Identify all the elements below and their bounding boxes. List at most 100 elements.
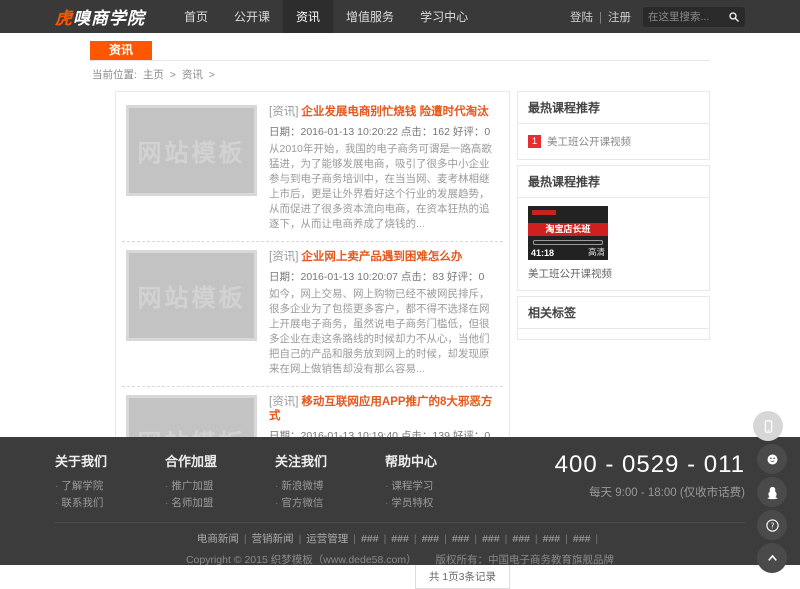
- footer-link-wechat[interactable]: 官方微信: [275, 495, 385, 512]
- article-category: [资讯]: [269, 396, 298, 408]
- article-title-link[interactable]: 移动互联网应用APP推广的8大邪恶方式: [269, 396, 492, 422]
- login-link[interactable]: 登陆: [570, 12, 593, 24]
- hot-courses-box-2: 最热课程推荐 淘宝店长班 41:18 高清 美工班公开课视频: [517, 165, 710, 291]
- article-text: [资讯]企业网上卖产品遇到困难怎么办 日期：2016-01-13 10:20:0…: [269, 250, 499, 377]
- section-tab-bar: 资讯: [90, 41, 710, 61]
- site-logo[interactable]: 虎嗅商学院: [55, 4, 145, 29]
- footer-links-row: 电商新闻营销新闻运营管理########################: [55, 531, 745, 546]
- breadcrumb-label: 当前位置:: [92, 69, 137, 81]
- article-row-2[interactable]: 网站模板 [资讯]企业网上卖产品遇到困难怎么办 日期：2016-01-13 10…: [122, 241, 503, 386]
- article-thumbnail[interactable]: 网站模板: [126, 250, 257, 341]
- mobile-float-button[interactable]: [753, 411, 783, 441]
- side-box-title: 最热课程推荐: [518, 92, 709, 124]
- footer-bottom-link[interactable]: ###: [391, 533, 421, 545]
- article-excerpt: 从2010年开始，我国的电子商务可谓是一路高歌猛进，为了能够发展电商，吸引了很多…: [269, 142, 499, 232]
- video-item[interactable]: 淘宝店长班 41:18 高清 美工班公开课视频: [518, 198, 709, 290]
- article-row-1[interactable]: 网站模板 [资讯]企业发展电商别忙烧钱 险遭时代淘汰 日期：2016-01-13…: [122, 97, 503, 241]
- related-tags-box: 相关标签: [517, 296, 710, 340]
- qq-penguin-icon: [765, 485, 780, 500]
- hot-courses-box-1: 最热课程推荐 1 美工班公开课视频: [517, 91, 710, 160]
- rank-badge: 1: [528, 135, 541, 148]
- footer-link-student-privilege[interactable]: 学员特权: [385, 495, 495, 512]
- side-box-title: 最热课程推荐: [518, 166, 709, 198]
- pagination-info: 共 1页3条记录: [415, 564, 510, 589]
- chat-float-button[interactable]: [757, 444, 787, 474]
- help-float-button[interactable]: ?: [757, 510, 787, 540]
- hot-course-item[interactable]: 1 美工班公开课视频: [518, 124, 709, 159]
- article-title-link[interactable]: 企业发展电商别忙烧钱 险遭时代淘汰: [301, 106, 488, 118]
- article-title-link[interactable]: 企业网上卖产品遇到困难怎么办: [301, 251, 462, 263]
- header-right: 登陆 | 注册: [570, 7, 745, 27]
- nav-item-open-course[interactable]: 公开课: [221, 0, 283, 33]
- footer-bottom-link[interactable]: 运营管理: [306, 533, 361, 545]
- footer-link-about-school[interactable]: 了解学院: [55, 478, 165, 495]
- float-button-stack: ?: [753, 411, 791, 573]
- footer-link-promotion[interactable]: 推广加盟: [165, 478, 275, 495]
- search-input[interactable]: [648, 11, 728, 23]
- footer-col-cooperation: 合作加盟 推广加盟 名师加盟: [165, 451, 275, 512]
- video-thumbnail[interactable]: 淘宝店长班 41:18 高清: [528, 206, 608, 260]
- service-hours: 每天 9:00 - 18:00 (仅收市话费): [555, 484, 745, 500]
- footer-link-weibo[interactable]: 新浪微博: [275, 478, 385, 495]
- logo-text: 嗅商学院: [73, 9, 145, 28]
- sidebar: 最热课程推荐 1 美工班公开课视频 最热课程推荐 淘宝店长班 41:18 高清 …: [517, 91, 710, 345]
- article-meta: 日期：2016-01-13 10:20:07 点击：83 好评：0: [269, 269, 499, 284]
- article-category: [资讯]: [269, 106, 298, 118]
- nav-item-home[interactable]: 首页: [171, 0, 221, 33]
- video-quality-badge: 高清: [588, 246, 605, 258]
- video-caption-link[interactable]: 美工班公开课视频: [528, 266, 699, 281]
- footer-bottom-link[interactable]: ###: [361, 533, 391, 545]
- article-category: [资讯]: [269, 251, 298, 263]
- breadcrumb-separator: >: [170, 69, 176, 81]
- footer-col-follow: 关注我们 新浪微博 官方微信: [275, 451, 385, 512]
- qq-float-button[interactable]: [757, 477, 787, 507]
- copyright-text: Copyright © 2015 织梦模板（www.dede58.com）: [186, 554, 417, 566]
- breadcrumb: 当前位置: 主页 > 资讯 >: [90, 61, 710, 89]
- footer-bottom-link[interactable]: ###: [452, 533, 482, 545]
- hotline-number: 400 - 0529 - 011: [555, 451, 745, 479]
- footer-bottom-link[interactable]: ###: [543, 533, 573, 545]
- hot-course-link[interactable]: 美工班公开课视频: [547, 134, 631, 149]
- main-nav: 首页 公开课 资讯 增值服务 学习中心: [171, 0, 481, 33]
- footer-bottom-link[interactable]: ###: [482, 533, 512, 545]
- register-link[interactable]: 注册: [608, 12, 631, 24]
- footer-col-about: 关于我们 了解学院 联系我们: [55, 451, 165, 512]
- svg-text:?: ?: [770, 521, 774, 530]
- footer-bottom-link[interactable]: 营销新闻: [252, 533, 307, 545]
- logo-accent-char: 虎: [55, 9, 73, 28]
- video-logo-mark: [532, 210, 556, 215]
- breadcrumb-current[interactable]: 资讯: [182, 69, 203, 81]
- pagination-row: 共 1页3条记录: [115, 564, 510, 589]
- video-banner-text: 淘宝店长班: [528, 223, 608, 236]
- nav-item-value-services[interactable]: 增值服务: [333, 0, 407, 33]
- footer-link-contact-us[interactable]: 联系我们: [55, 495, 165, 512]
- mobile-icon: [761, 419, 776, 434]
- footer-bottom-link[interactable]: ###: [512, 533, 542, 545]
- nav-item-learning-center[interactable]: 学习中心: [407, 0, 481, 33]
- tab-news[interactable]: 资讯: [90, 41, 152, 60]
- article-text: [资讯]企业发展电商别忙烧钱 险遭时代淘汰 日期：2016-01-13 10:2…: [269, 105, 499, 232]
- subheader: 资讯 当前位置: 主页 > 资讯 >: [90, 41, 710, 89]
- breadcrumb-separator-2: >: [209, 69, 215, 81]
- article-thumbnail[interactable]: 网站模板: [126, 105, 257, 196]
- back-to-top-button[interactable]: [757, 543, 787, 573]
- footer: 关于我们 了解学院 联系我们 合作加盟 推广加盟 名师加盟 关注我们 新浪微博 …: [0, 437, 800, 565]
- footer-link-teacher-join[interactable]: 名师加盟: [165, 495, 275, 512]
- article-excerpt: 如今，网上交易、网上购物已经不被网民排斥，很多企业为了包揽更多客户，都不得不选择…: [269, 287, 499, 377]
- tags-empty-area: [518, 329, 709, 339]
- arrow-up-icon: [765, 551, 780, 566]
- auth-links: 登陆 | 注册: [570, 9, 631, 25]
- nav-item-news[interactable]: 资讯: [283, 0, 333, 33]
- footer-contact: 400 - 0529 - 011 每天 9:00 - 18:00 (仅收市话费): [555, 451, 745, 512]
- footer-bottom-link[interactable]: ###: [573, 533, 603, 545]
- footer-bottom-link[interactable]: 电商新闻: [197, 533, 252, 545]
- thumbnail-watermark: 网站模板: [138, 278, 246, 313]
- search-box[interactable]: [643, 7, 745, 27]
- footer-bottom-link[interactable]: ###: [422, 533, 452, 545]
- footer-columns: 关于我们 了解学院 联系我们 合作加盟 推广加盟 名师加盟 关注我们 新浪微博 …: [55, 451, 745, 512]
- search-icon[interactable]: [728, 11, 740, 23]
- breadcrumb-home[interactable]: 主页: [143, 69, 164, 81]
- chat-face-icon: [765, 452, 780, 467]
- auth-separator: |: [599, 12, 602, 24]
- footer-link-course-study[interactable]: 课程学习: [385, 478, 495, 495]
